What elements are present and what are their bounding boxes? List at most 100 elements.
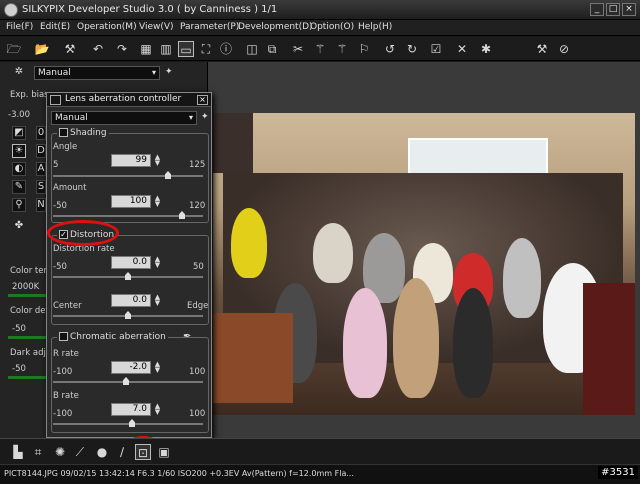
amount-input[interactable]: 100 xyxy=(111,195,151,208)
color-def-slider[interactable] xyxy=(8,336,46,339)
menu-file[interactable]: File(F) xyxy=(6,22,33,32)
preset-dropdown[interactable]: Manual ▾ xyxy=(34,66,160,80)
angle-input[interactable]: 99 xyxy=(111,154,151,167)
dark-adj-value: -50 xyxy=(12,364,26,374)
menu-help[interactable]: Help(H) xyxy=(358,22,392,32)
angle-spinner[interactable]: ▲ ▼ xyxy=(153,154,162,167)
star-icon[interactable]: ✱ xyxy=(478,41,494,57)
lens-aberration-dialog: Lens aberration controller × Manual ▾ ✦ S… xyxy=(46,92,212,438)
distortion-rate-spinner[interactable]: ▲ ▼ xyxy=(153,256,162,269)
menu-operation[interactable]: Operation(M) xyxy=(77,22,137,32)
check-icon[interactable]: ☑ xyxy=(428,41,444,57)
pin-icon[interactable]: ✦ xyxy=(201,112,209,122)
menu-parameter[interactable]: Parameter(P) xyxy=(180,22,239,32)
sphere-icon[interactable]: ● xyxy=(94,444,110,460)
b-rate-slider-track[interactable] xyxy=(53,423,203,425)
photo-person xyxy=(343,288,387,398)
photo-person xyxy=(453,288,493,398)
lens-aberration-button[interactable]: ⊡ xyxy=(135,444,151,460)
tool-icon[interactable]: ⚒ xyxy=(62,41,78,57)
open-file-icon[interactable]: 🗁 xyxy=(6,41,22,57)
b-rate-label: B rate xyxy=(53,391,79,401)
magic-wand-icon[interactable]: ⚚ xyxy=(312,41,328,57)
eyedropper-icon[interactable]: ✒ xyxy=(183,331,191,342)
brush-icon[interactable]: ⚲ xyxy=(12,198,26,212)
fullscreen-icon[interactable]: ⛶ xyxy=(198,41,214,57)
rotate-left-icon[interactable]: ↺ xyxy=(382,41,398,57)
b-rate-spinner[interactable]: ▲ ▼ xyxy=(153,403,162,416)
batch-develop-icon[interactable]: ⧉ xyxy=(264,41,280,57)
develop-icon[interactable]: ◫ xyxy=(244,41,260,57)
b-rate-max: 100 xyxy=(189,409,206,419)
dialog-close-button[interactable]: × xyxy=(197,95,208,105)
pin-icon[interactable]: ✦ xyxy=(165,67,173,77)
side-letter-n[interactable]: N xyxy=(36,198,46,212)
dark-adj-label: Dark adj xyxy=(10,348,46,358)
tone-curve-icon[interactable]: ▙ xyxy=(10,444,26,460)
minimize-button[interactable]: _ xyxy=(590,3,604,16)
aberration-preset-dropdown[interactable]: Manual ▾ xyxy=(51,111,197,125)
photo-table xyxy=(213,313,293,403)
open-folder-icon[interactable]: 📂 xyxy=(34,41,50,57)
menu-view[interactable]: View(V) xyxy=(139,22,174,32)
menu-development[interactable]: Development(D) xyxy=(238,22,313,32)
sub-control-bar: ▙ ⌗ ✺ ⟋ ● ∕ ⊡ ▣ xyxy=(0,438,640,464)
tone-icon[interactable]: ◩ xyxy=(12,126,26,140)
crop-icon[interactable]: ✂ xyxy=(290,41,306,57)
r-rate-input[interactable]: -2.0 xyxy=(111,361,151,374)
walk-icon[interactable]: ⚐ xyxy=(356,41,372,57)
extra-icon[interactable]: ▣ xyxy=(156,444,172,460)
distortion-rate-input[interactable]: 0.0 xyxy=(111,256,151,269)
maximize-button[interactable]: □ xyxy=(606,3,620,16)
delete-icon[interactable]: ✕ xyxy=(454,41,470,57)
menu-edit[interactable]: Edit(E) xyxy=(40,22,70,32)
no-entry-icon[interactable]: ⊘ xyxy=(556,41,572,57)
center-input[interactable]: 0.0 xyxy=(111,294,151,307)
preview-image[interactable] xyxy=(213,113,635,415)
dialog-title-bar: Lens aberration controller × xyxy=(47,93,211,107)
pen-icon[interactable]: ✎ xyxy=(12,180,26,194)
center-label: Center xyxy=(53,301,82,311)
close-button[interactable]: × xyxy=(622,3,636,16)
redo-icon[interactable]: ↷ xyxy=(114,41,130,57)
info-icon[interactable]: ⓘ xyxy=(218,41,234,57)
photo-wall-frame xyxy=(213,113,253,173)
shading-check-icon[interactable] xyxy=(59,128,68,137)
color-temp-slider[interactable] xyxy=(8,294,46,297)
edge-label: Edge xyxy=(187,301,209,311)
rotate-right-icon[interactable]: ↻ xyxy=(404,41,420,57)
b-rate-input[interactable]: 7.0 xyxy=(111,403,151,416)
status-text: PICT8144.JPG 09/02/15 13:42:14 F6.3 1/60… xyxy=(4,469,354,478)
side-letter-a[interactable]: A xyxy=(36,162,46,176)
grid-view-icon[interactable]: ▦ xyxy=(138,41,154,57)
sun-dial-icon[interactable]: ✺ xyxy=(52,444,68,460)
magic-wand-all-icon[interactable]: ⚚ xyxy=(334,41,350,57)
exp-bias-label: Exp. bias xyxy=(10,90,49,100)
side-letter-0[interactable]: 0 xyxy=(36,126,46,140)
r-rate-spinner[interactable]: ▲ ▼ xyxy=(153,361,162,374)
title-bar: SILKYPIX Developer Studio 3.0 ( by Canni… xyxy=(0,0,640,20)
undo-icon[interactable]: ↶ xyxy=(90,41,106,57)
center-spinner[interactable]: ▲ ▼ xyxy=(153,294,162,307)
shp-icon[interactable]: ⌗ xyxy=(30,444,46,460)
single-view-icon[interactable]: ▭ xyxy=(178,41,194,57)
gear-icon[interactable]: ✲ xyxy=(12,66,26,80)
side-letter-s[interactable]: S xyxy=(36,180,46,194)
shading-checkbox[interactable]: Shading xyxy=(57,128,109,138)
compare-view-icon[interactable]: ▥ xyxy=(158,41,174,57)
amount-spinner[interactable]: ▲ ▼ xyxy=(153,195,162,208)
angle-slider-track[interactable] xyxy=(53,175,203,177)
cluster-icon[interactable]: ✤ xyxy=(12,220,26,234)
side-letter-d[interactable]: D xyxy=(36,144,46,158)
hammer-icon[interactable]: ⚒ xyxy=(534,41,550,57)
dialog-title: Lens aberration controller xyxy=(65,94,182,104)
dark-adj-slider[interactable] xyxy=(8,376,46,379)
contrast-icon[interactable]: ◐ xyxy=(12,162,26,176)
angle-min: 5 xyxy=(53,160,59,170)
curve-icon[interactable]: ⟋ xyxy=(72,444,88,460)
wand-icon[interactable]: ∕ xyxy=(114,444,130,460)
chromatic-checkbox[interactable]: Chromatic aberration xyxy=(57,332,168,342)
menu-option[interactable]: Option(O) xyxy=(310,22,354,32)
sun-icon[interactable]: ☀ xyxy=(12,144,26,158)
chromatic-check-icon[interactable] xyxy=(59,332,68,341)
